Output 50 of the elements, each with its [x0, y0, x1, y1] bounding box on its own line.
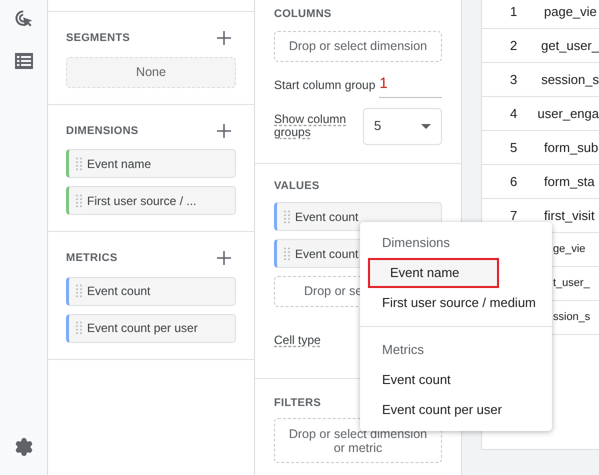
drag-handle-icon [76, 194, 82, 208]
menu-item[interactable]: Event count [360, 365, 552, 395]
table-cell-text: ge_vie [552, 242, 586, 258]
row-number: 4 [509, 104, 518, 123]
field-chip[interactable]: Event count per user [66, 314, 236, 342]
table-cell-text: t_user_ [552, 276, 590, 292]
row-number: 2 [509, 36, 518, 55]
start-column-group-field[interactable]: 1 [379, 72, 442, 98]
drag-handle-icon [284, 246, 290, 260]
column-groups-dropdown[interactable]: 5 [363, 108, 442, 144]
cursor-click-icon[interactable] [14, 9, 34, 29]
table-cell-text: first_visit [544, 206, 595, 225]
row-number: 3 [509, 70, 518, 89]
caret-icon [421, 124, 431, 128]
add-icon[interactable] [217, 251, 231, 266]
field-chip[interactable]: Event name [66, 149, 236, 178]
section-title: DIMENSIONS [66, 124, 138, 138]
drag-handle-icon [76, 284, 82, 298]
menu-section-header: Metrics [381, 341, 425, 360]
table-cell-text: form_sub [544, 138, 598, 157]
table-cell-text: ssion_s [552, 310, 590, 326]
table-cell-text: user_enga [538, 104, 599, 123]
add-icon[interactable] [217, 31, 231, 46]
drag-handle-icon [76, 321, 82, 335]
show-column-groups-label: Show column groups [274, 113, 348, 139]
row-number: 5 [509, 138, 518, 157]
table-cell-text: page_vie [544, 2, 597, 21]
table-cell-text: get_user_ [541, 36, 599, 55]
field-chip[interactable]: First user source / ... [66, 186, 236, 215]
drag-handle-icon [76, 156, 82, 170]
section-title: FILTERS [274, 396, 321, 410]
column-drop-zone[interactable]: Drop or select dimension [274, 30, 442, 62]
section-title: COLUMNS [274, 7, 332, 22]
settings-icon[interactable] [14, 437, 34, 457]
table-cell-text: session_s [541, 70, 599, 89]
section-title: VALUES [274, 178, 320, 194]
row-number: 1 [509, 2, 518, 21]
row-number: 7 [509, 206, 518, 225]
section-title: METRICS [66, 251, 118, 266]
drag-handle-icon [284, 210, 290, 224]
segment-drop-zone[interactable]: None [66, 56, 236, 88]
section-title: SEGMENTS [66, 31, 130, 46]
list-icon[interactable] [14, 53, 32, 69]
field-chip[interactable]: Event count [66, 276, 236, 306]
field-label: Start column group [274, 76, 376, 94]
table-cell-text: form_sta [544, 172, 595, 191]
add-icon[interactable] [217, 124, 231, 138]
menu-item[interactable]: Event name [368, 258, 499, 288]
row-number: 6 [509, 172, 518, 191]
cell-type-label: Cell type [274, 332, 321, 349]
